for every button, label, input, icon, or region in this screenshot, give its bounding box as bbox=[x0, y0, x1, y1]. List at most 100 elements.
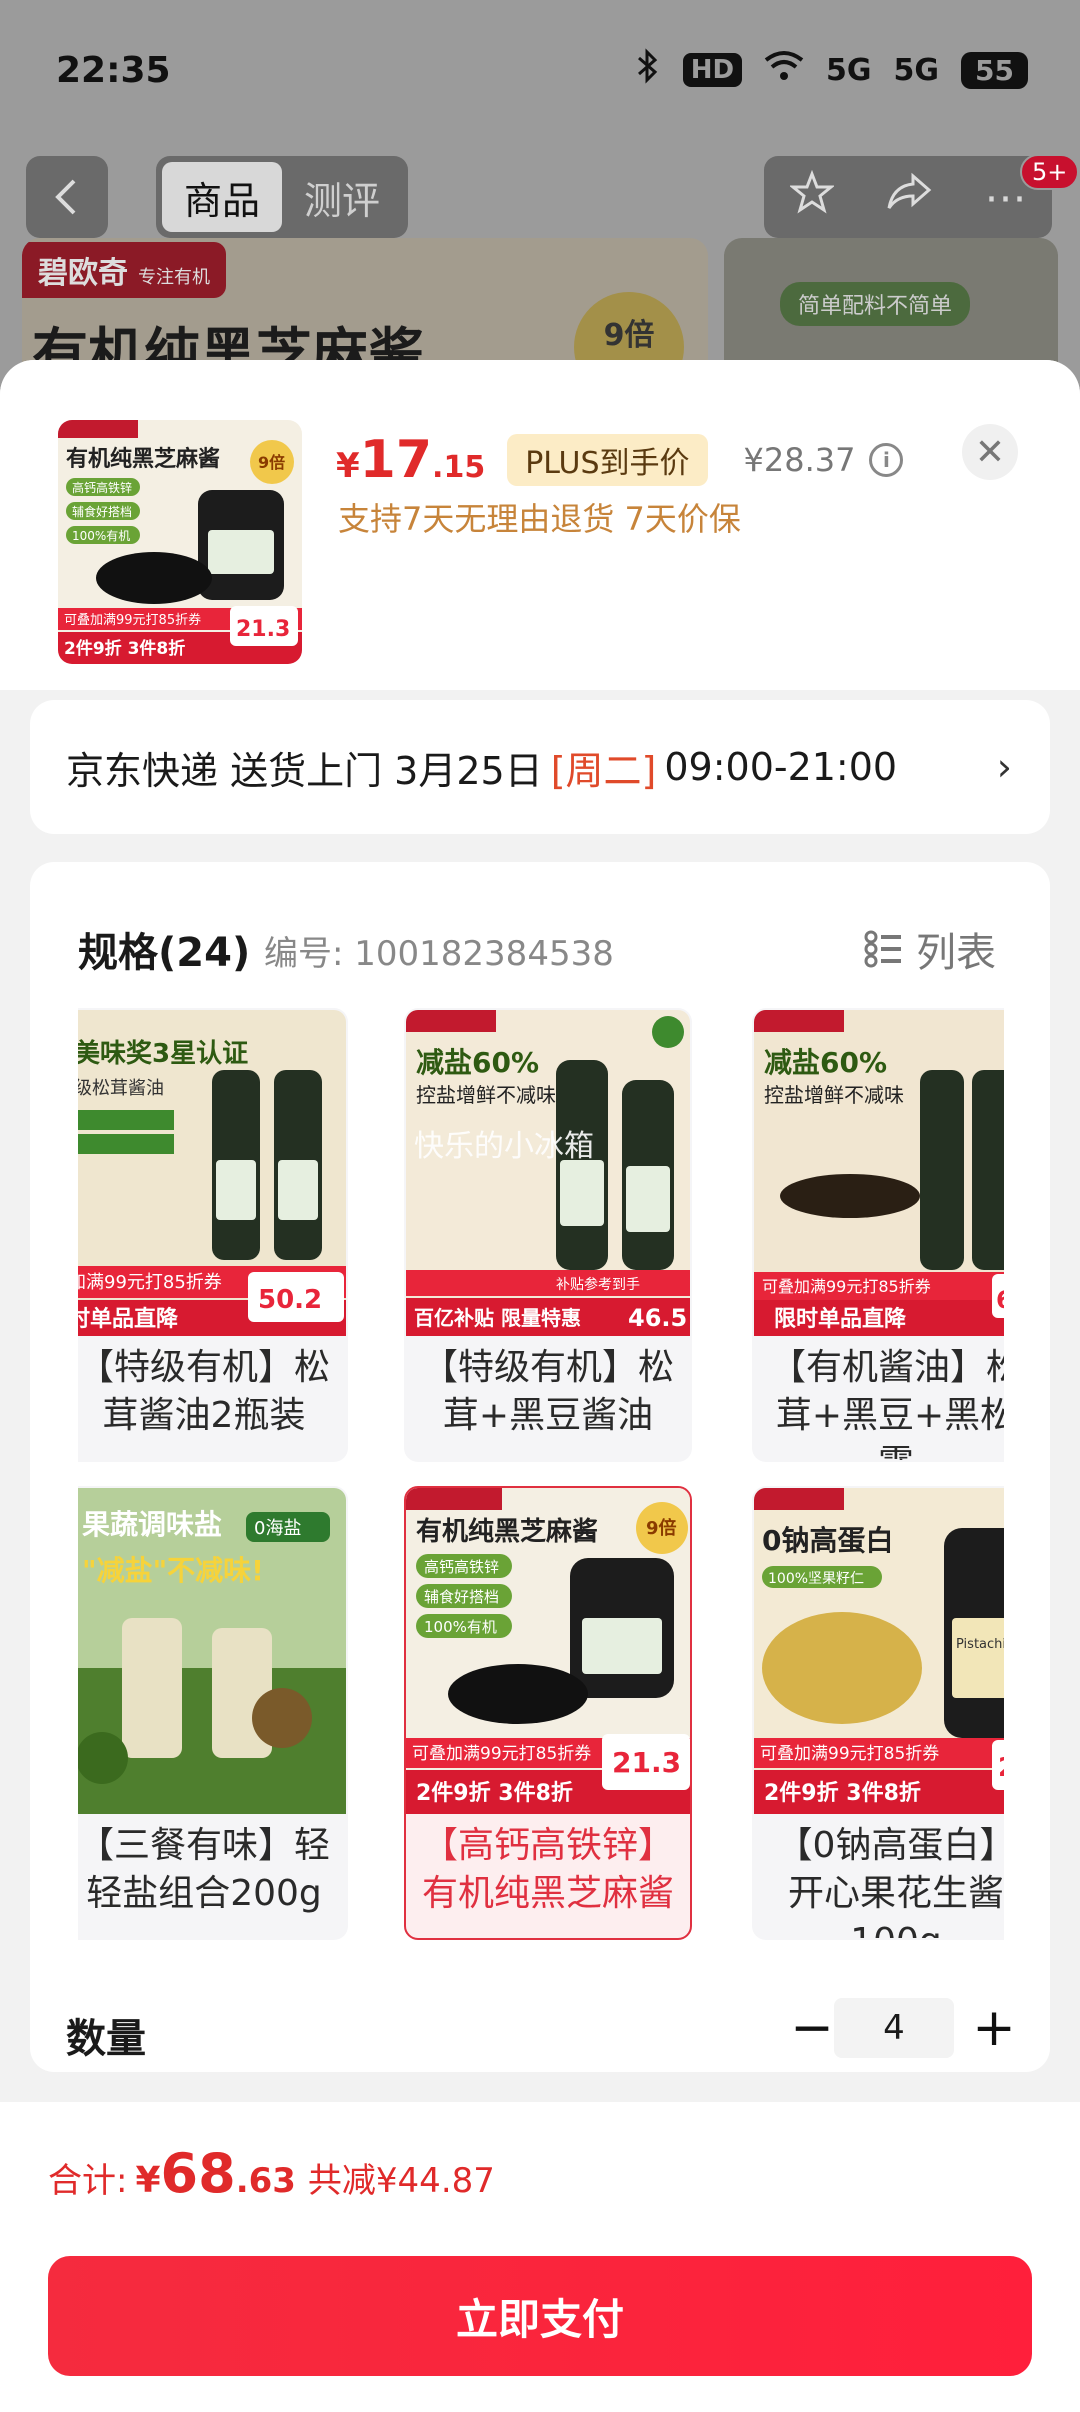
spec-item-image: 0钠高蛋白 100%坚果籽仁 Pistachio Peanut Butter 可… bbox=[754, 1488, 1004, 1814]
favorite-star-icon[interactable] bbox=[788, 169, 835, 224]
list-view-toggle[interactable]: 列表 bbox=[864, 920, 996, 978]
quantity-label: 数量 bbox=[66, 2016, 146, 2062]
svg-text:100%坚果籽仁: 100%坚果籽仁 bbox=[768, 1571, 864, 1587]
status-time: 22:35 bbox=[56, 49, 171, 91]
spec-item-label: 【三餐有味】轻轻盐组合200g bbox=[78, 1825, 330, 1914]
svg-text:0海盐: 0海盐 bbox=[254, 1518, 301, 1539]
share-icon[interactable] bbox=[885, 172, 933, 222]
svg-text:0钠高蛋白: 0钠高蛋白 bbox=[762, 1524, 893, 1557]
service-guarantee: 支持7天无理由退货 7天价保 bbox=[338, 500, 741, 538]
svg-text:2件9折 3件8折: 2件9折 3件8折 bbox=[416, 1781, 573, 1806]
svg-text:可叠加满99元打85折券: 可叠加满99元打85折券 bbox=[412, 1744, 591, 1764]
svg-text:减盐60%: 减盐60% bbox=[764, 1046, 887, 1079]
delivery-weekday: [周二] bbox=[550, 748, 657, 793]
checkout-footer: 合计: ¥ 68 .63 共减¥44.87 立即支付 bbox=[0, 2102, 1080, 2412]
status-icons: HD 5G 5G 55 bbox=[635, 48, 1028, 92]
pay-now-button[interactable]: 立即支付 bbox=[48, 2256, 1032, 2376]
svg-text:高钙高铁锌: 高钙高铁锌 bbox=[72, 480, 132, 495]
svg-text:9倍: 9倍 bbox=[258, 453, 285, 472]
plus-price-tag: PLUS到手价 bbox=[507, 434, 708, 486]
spec-item-label: 【有机酱油】松茸+黑豆+黑松露 bbox=[769, 1347, 1004, 1460]
spec-item-label: 【高钙高铁锌】有机纯黑芝麻酱 bbox=[421, 1825, 674, 1914]
svg-text:有机纯黑芝麻酱: 有机纯黑芝麻酱 bbox=[66, 446, 220, 472]
svg-text:减盐60%: 减盐60% bbox=[416, 1046, 539, 1079]
spec-item-selected[interactable]: 有机纯黑芝麻酱 9倍 高钙高铁锌 辅食好搭档 100%有机 可叠加满99元打85… bbox=[404, 1486, 692, 1940]
spec-item-image: 有机纯黑芝麻酱 9倍 高钙高铁锌 辅食好搭档 100%有机 可叠加满99元打85… bbox=[406, 1488, 690, 1814]
nav-actions: ⋯ bbox=[764, 156, 1052, 238]
original-price: ¥28.37 bbox=[743, 441, 856, 479]
svg-text:2件9折 3件8折: 2件9折 3件8折 bbox=[64, 638, 185, 659]
svg-text:2件9折 3件8折: 2件9折 3件8折 bbox=[764, 1781, 921, 1806]
tab-product[interactable]: 商品 bbox=[162, 162, 282, 232]
svg-text:高钙高铁锌: 高钙高铁锌 bbox=[424, 1558, 499, 1576]
purchase-sheet: 有机纯黑芝麻酱 9倍 高钙高铁锌 辅食好搭档 100%有机 可叠加满99元打85… bbox=[0, 360, 1080, 2412]
svg-text:可叠加满99元打85折券: 可叠加满99元打85折券 bbox=[760, 1744, 939, 1764]
brand-tag: 碧欧奇 专注有机 bbox=[22, 242, 226, 298]
svg-text:可叠加满99元打85折券: 可叠加满99元打85折券 bbox=[762, 1277, 931, 1296]
total-label: 合计: bbox=[48, 2161, 128, 2201]
svg-text:100%有机: 100%有机 bbox=[72, 529, 130, 543]
list-icon bbox=[864, 929, 904, 969]
more-icon[interactable]: ⋯ bbox=[984, 173, 1026, 222]
quantity-row: 数量 − 4 + bbox=[30, 1992, 1050, 2072]
price-row: ¥ 17 .15 PLUS到手价 ¥28.37 i bbox=[336, 430, 904, 490]
battery-icon: 55 bbox=[961, 51, 1028, 89]
quantity-increase-button[interactable]: + bbox=[964, 1998, 1024, 2058]
svg-text:21: 21 bbox=[998, 1753, 1004, 1783]
spec-item-image: 美味奖3星认证 级松茸酱油 加满99元打85折券 时单品直降 50.2 bbox=[78, 1010, 346, 1336]
spec-item-image: 果蔬调味盐 0海盐 "减盐"不减味! bbox=[78, 1488, 346, 1814]
svg-text:67: 67 bbox=[996, 1286, 1004, 1314]
spec-title: 规格(24) bbox=[78, 930, 251, 976]
product-header: 有机纯黑芝麻酱 9倍 高钙高铁锌 辅食好搭档 100%有机 可叠加满99元打85… bbox=[0, 360, 1080, 690]
svg-text:"减盐"不减味!: "减盐"不减味! bbox=[82, 1554, 264, 1587]
svg-text:21.3: 21.3 bbox=[236, 617, 290, 642]
price-integer: 17 bbox=[359, 430, 433, 490]
svg-text:加满99元打85折券: 加满99元打85折券 bbox=[78, 1272, 222, 1293]
spec-item[interactable]: 减盐60% 控盐增鲜不减味 快乐的小冰箱 补贴参考到手 百亿补贴 限量特惠 46… bbox=[404, 1008, 692, 1462]
quantity-input[interactable]: 4 bbox=[834, 1998, 954, 2058]
svg-text:50.2: 50.2 bbox=[258, 1285, 322, 1315]
spec-item-label: 【0钠高蛋白】开心果花生酱100g bbox=[776, 1825, 1004, 1938]
svg-text:限时单品直降: 限时单品直降 bbox=[774, 1306, 907, 1332]
signal-5g-icon-2: 5G bbox=[893, 52, 940, 88]
back-button[interactable] bbox=[26, 156, 108, 238]
bluetooth-icon bbox=[635, 48, 661, 92]
total-row: 合计: ¥ 68 .63 共减¥44.87 bbox=[48, 2142, 495, 2205]
quantity-decrease-button[interactable]: − bbox=[782, 1998, 842, 2058]
info-icon[interactable]: i bbox=[869, 443, 904, 477]
svg-text:美味奖3星认证: 美味奖3星认证 bbox=[78, 1038, 248, 1069]
signal-5g-icon: 5G bbox=[826, 52, 872, 88]
svg-text:时单品直降: 时单品直降 bbox=[78, 1306, 179, 1332]
product-thumbnail: 有机纯黑芝麻酱 9倍 高钙高铁锌 辅食好搭档 100%有机 可叠加满99元打85… bbox=[58, 420, 302, 664]
hd-icon: HD bbox=[682, 53, 743, 87]
svg-text:100%有机: 100%有机 bbox=[424, 1618, 497, 1636]
price-symbol: ¥ bbox=[336, 446, 360, 486]
spec-item-label: 【特级有机】松茸酱油2瓶装 bbox=[78, 1347, 330, 1436]
svg-text:21.3: 21.3 bbox=[612, 1746, 681, 1779]
total-discount: 共减¥44.87 bbox=[307, 2161, 495, 2201]
svg-text:百亿补贴 限量特惠: 百亿补贴 限量特惠 bbox=[414, 1306, 581, 1330]
delivery-carrier: 京东快递 送货上门 3月25日 bbox=[66, 748, 543, 793]
svg-text:辅食好搭档: 辅食好搭档 bbox=[424, 1588, 499, 1606]
svg-text:补贴参考到手: 补贴参考到手 bbox=[556, 1276, 640, 1293]
svg-text:快乐的小冰箱: 快乐的小冰箱 bbox=[414, 1129, 594, 1164]
delivery-time: 09:00-21:00 bbox=[664, 745, 898, 789]
tab-review[interactable]: 测评 bbox=[282, 162, 402, 232]
spec-item[interactable]: 果蔬调味盐 0海盐 "减盐"不减味! 【三餐有味】轻轻盐组合200g bbox=[78, 1486, 348, 1940]
background-page: 22:35 HD 5G 5G 55 商品 测评 ⋯ 5+ 碧欧奇 专注有机 有机… bbox=[0, 0, 1080, 428]
svg-text:辅食好搭档: 辅食好搭档 bbox=[72, 504, 132, 519]
svg-text:果蔬调味盐: 果蔬调味盐 bbox=[82, 1508, 222, 1541]
svg-text:9倍: 9倍 bbox=[646, 1517, 677, 1539]
close-button[interactable]: ✕ bbox=[962, 424, 1018, 480]
spec-item[interactable]: 0钠高蛋白 100%坚果籽仁 Pistachio Peanut Butter 可… bbox=[752, 1486, 1004, 1940]
more-badge: 5+ bbox=[1020, 154, 1080, 190]
svg-text:可叠加满99元打85折券: 可叠加满99元打85折券 bbox=[64, 612, 201, 628]
product-code: 编号: 100182384538 bbox=[264, 934, 614, 974]
chevron-right-icon: › bbox=[996, 745, 1012, 789]
spec-item[interactable]: 减盐60% 控盐增鲜不减味 可叠加满99元打85折券 限时单品直降 67 【有机… bbox=[752, 1008, 1004, 1462]
spec-grid: 美味奖3星认证 级松茸酱油 加满99元打85折券 时单品直降 50.2 【特级有… bbox=[78, 1008, 1004, 1948]
delivery-row[interactable]: 京东快递 送货上门 3月25日 [周二] 09:00-21:00 › bbox=[30, 700, 1050, 834]
spec-item[interactable]: 美味奖3星认证 级松茸酱油 加满99元打85折券 时单品直降 50.2 【特级有… bbox=[78, 1008, 348, 1462]
wifi-icon bbox=[764, 50, 804, 90]
svg-text:46.5: 46.5 bbox=[628, 1304, 687, 1332]
